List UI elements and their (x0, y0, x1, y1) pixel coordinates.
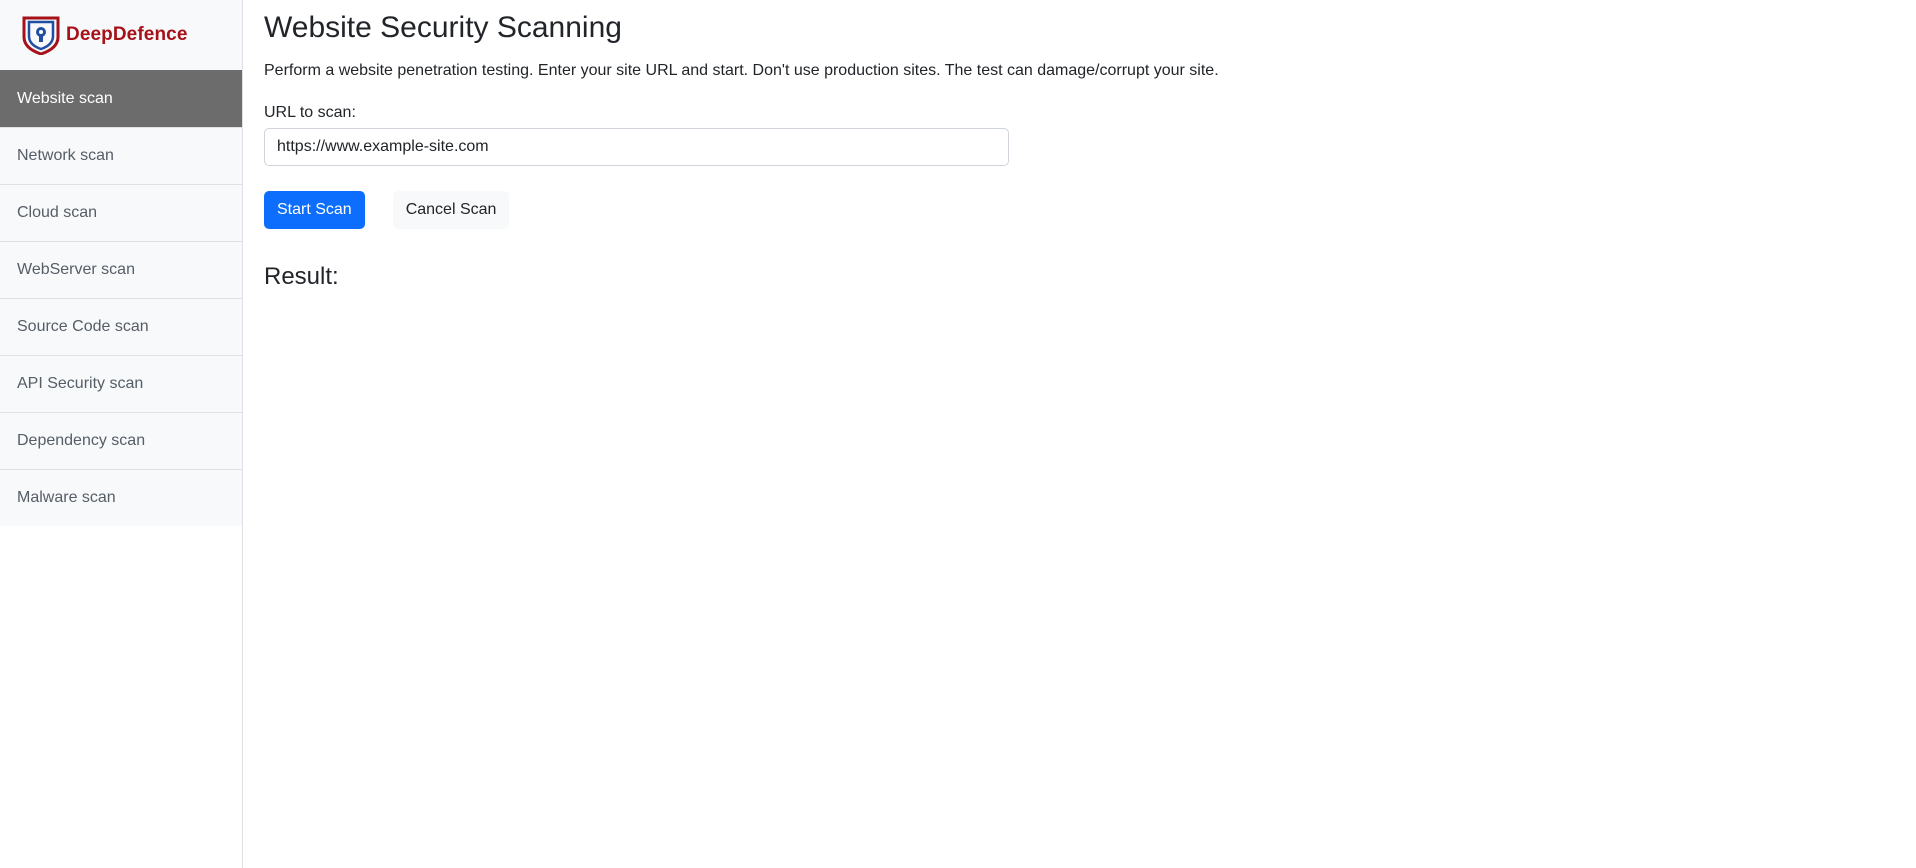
sidebar-item-webserver-scan[interactable]: WebServer scan (0, 241, 242, 298)
shield-lock-icon (22, 15, 60, 56)
sidebar-item-dependency-scan[interactable]: Dependency scan (0, 412, 242, 469)
sidebar-item-network-scan[interactable]: Network scan (0, 127, 242, 184)
page-description: Perform a website penetration testing. E… (264, 62, 1219, 79)
start-scan-button[interactable]: Start Scan (264, 191, 365, 229)
sidebar-item-source-code-scan[interactable]: Source Code scan (0, 298, 242, 355)
sidebar-item-website-scan[interactable]: Website scan (0, 70, 242, 127)
sidebar-item-malware-scan[interactable]: Malware scan (0, 469, 242, 526)
brand-header[interactable]: DeepDefence (0, 0, 242, 70)
result-heading: Result: (264, 263, 339, 290)
main-content: Website Security Scanning Perform a webs… (264, 0, 1884, 292)
page-title: Website Security Scanning (264, 11, 622, 44)
sidebar-nav: Website scan Network scan Cloud scan Web… (0, 70, 242, 526)
app-root: DeepDefence Website scan Network scan Cl… (0, 0, 1916, 868)
sidebar-item-cloud-scan[interactable]: Cloud scan (0, 184, 242, 241)
brand-name: DeepDefence (66, 24, 188, 45)
button-row: Start Scan Cancel Scan (264, 191, 1884, 229)
url-input[interactable] (264, 128, 1009, 166)
cancel-scan-button[interactable]: Cancel Scan (392, 191, 510, 229)
url-label: URL to scan: (264, 104, 356, 121)
sidebar: DeepDefence Website scan Network scan Cl… (0, 0, 243, 868)
sidebar-item-api-security-scan[interactable]: API Security scan (0, 355, 242, 412)
